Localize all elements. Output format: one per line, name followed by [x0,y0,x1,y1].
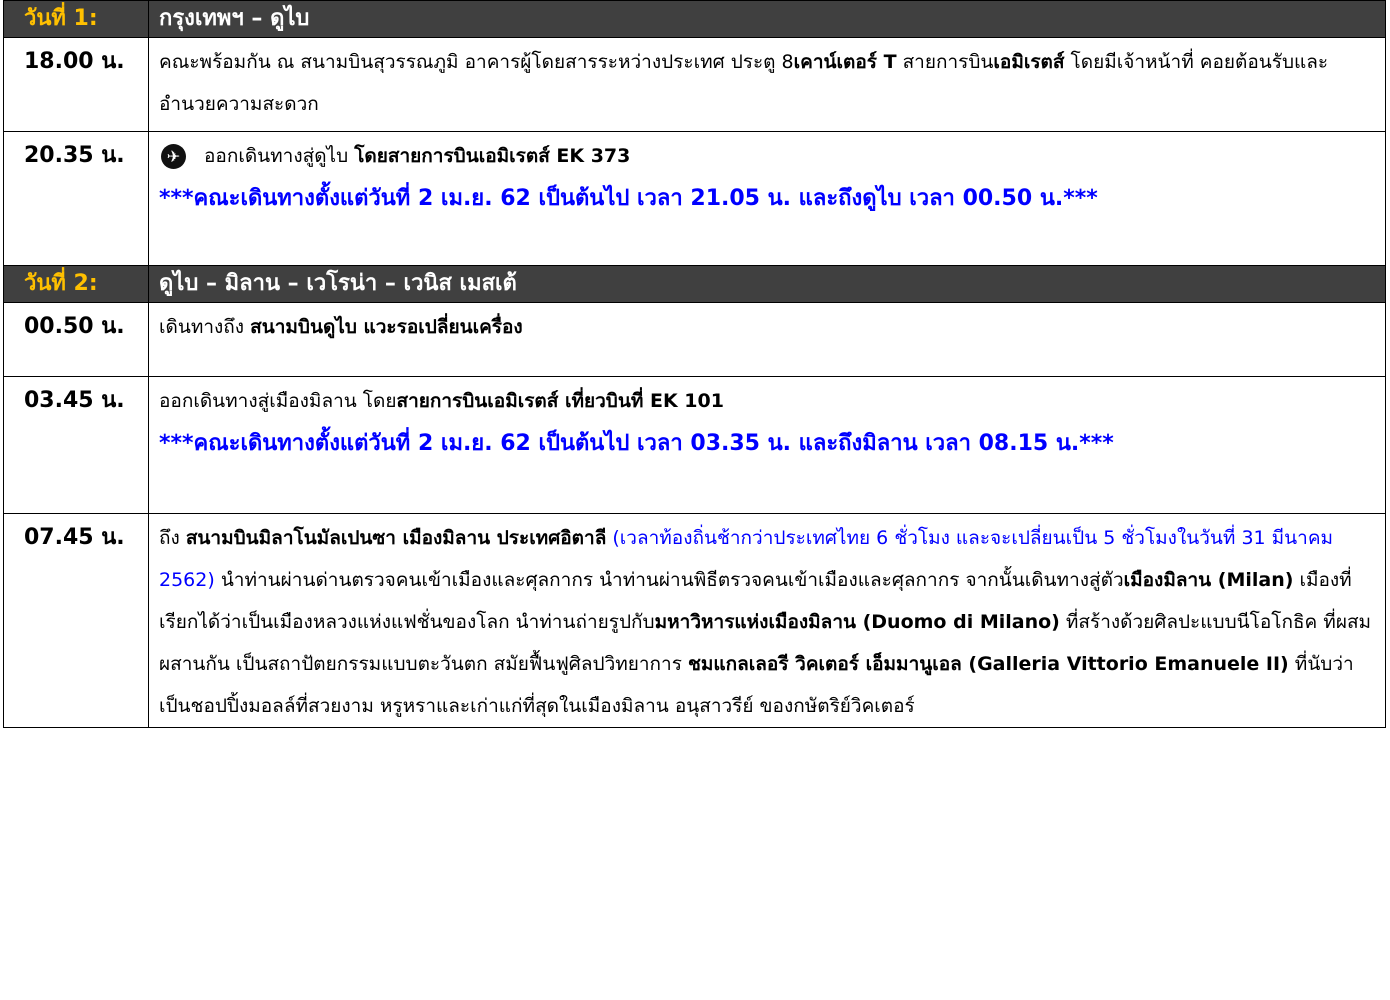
schedule-notice: ***คณะเดินทางตั้งแต่วันที่ 2 เม.ย. 62 เป… [159,431,1114,456]
row-time: 03.45 น. [3,376,149,514]
day-header: วันที่ 1: กรุงเทพฯ – ดูไบ [3,0,1386,38]
description-text: คณะพร้อมกัน ณ สนามบินสุวรรณภูมิ อาคารผู้… [159,51,794,73]
description-emphasis: สายการบินเอมิเรตส์ เที่ยวบินที่ EK 101 [396,390,724,412]
description-emphasis: เมืองมิลาน (Milan) [1123,569,1294,591]
row-time: 07.45 น. [3,513,149,728]
description-text: สายการบิน [896,51,994,73]
schedule-notice: ***คณะเดินทางตั้งแต่วันที่ 2 เม.ย. 62 เป… [159,186,1098,211]
description-emphasis: โดยสายการบินเอมิเรตส์ EK 373 [354,145,631,167]
description-text: ออกเดินทางสู่เมืองมิลาน โดย [159,390,397,412]
day-label: วันที่ 2: [3,265,149,303]
description-emphasis: ชมแกลเลอรี วิคเตอร์ เอ็มมานูเอล (Galleri… [687,653,1289,675]
row-description: เดินทางถึง สนามบินดูไบ แวะรอเปลี่ยนเครื่… [148,302,1386,377]
description-emphasis: สนามบินมิลาโนมัลเปนซา เมืองมิลาน ประเทศอ… [185,527,607,549]
day-label: วันที่ 1: [3,0,149,38]
row-description: คณะพร้อมกัน ณ สนามบินสุวรรณภูมิ อาคารผู้… [148,37,1386,132]
airplane-departure-icon: ✈ [161,144,186,169]
day-header: วันที่ 2: ดูไบ – มิลาน – เวโรน่า – เวนิส… [3,265,1386,303]
row-description: ✈ ออกเดินทางสู่ดูไบ โดยสายการบินเอมิเรตส์… [148,131,1386,266]
row-description: ออกเดินทางสู่เมืองมิลาน โดยสายการบินเอมิ… [148,376,1386,514]
row-time: 20.35 น. [3,131,149,266]
description-emphasis: สนามบินดูไบ แวะรอเปลี่ยนเครื่อง [250,316,523,338]
description-text: เดินทางถึง [159,316,251,338]
itinerary-row: 00.50 น. เดินทางถึง สนามบินดูไบ แวะรอเปล… [3,302,1386,377]
description-emphasis: เคาน์เตอร์ T [793,51,897,73]
itinerary-row: 18.00 น. คณะพร้อมกัน ณ สนามบินสุวรรณภูมิ… [3,37,1386,132]
row-description: ถึง สนามบินมิลาโนมัลเปนซา เมืองมิลาน ประ… [148,513,1386,728]
description-text: นำท่านผ่านด่านตรวจคนเข้าเมืองและศุลกากร … [214,569,1124,591]
day-title: ดูไบ – มิลาน – เวโรน่า – เวนิส เมสเต้ [148,265,1386,303]
description-text: ถึง [159,527,186,549]
description-emphasis: มหาวิหารแห่งเมืองมิลาน (Duomo di Milano) [654,611,1060,633]
itinerary-row: 07.45 น. ถึง สนามบินมิลาโนมัลเปนซา เมือง… [3,513,1386,728]
row-time: 00.50 น. [3,302,149,377]
itinerary-row: 03.45 น. ออกเดินทางสู่เมืองมิลาน โดยสายก… [3,376,1386,514]
description-text: ออกเดินทางสู่ดูไบ [204,145,355,167]
row-time: 18.00 น. [3,37,149,132]
day-title: กรุงเทพฯ – ดูไบ [148,0,1386,38]
itinerary-row: 20.35 น. ✈ ออกเดินทางสู่ดูไบ โดยสายการบิน… [3,131,1386,266]
itinerary-table: วันที่ 1: กรุงเทพฯ – ดูไบ 18.00 น. คณะพร… [3,0,1386,728]
description-emphasis: เอมิเรตส์ [993,51,1065,73]
